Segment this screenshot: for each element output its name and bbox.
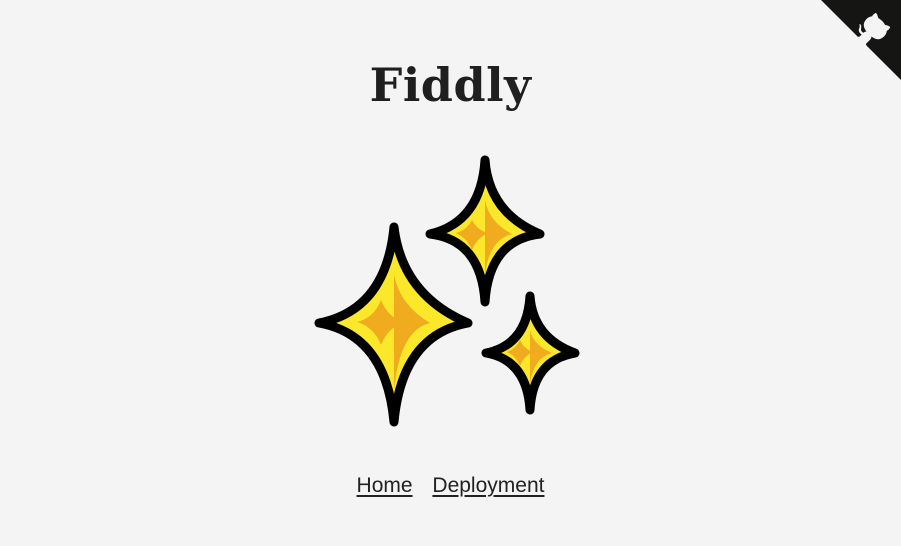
page-title: Fiddly bbox=[369, 58, 532, 112]
nav-link-deployment[interactable]: Deployment bbox=[432, 474, 544, 497]
sparkles-logo bbox=[311, 155, 581, 430]
nav-link-home[interactable]: Home bbox=[357, 474, 413, 497]
large-sparkle bbox=[314, 222, 473, 427]
top-sparkle bbox=[425, 155, 545, 307]
main-nav: Home Deployment bbox=[0, 474, 901, 498]
bottom-sparkle bbox=[481, 291, 580, 415]
sparkles-icon bbox=[314, 155, 580, 427]
